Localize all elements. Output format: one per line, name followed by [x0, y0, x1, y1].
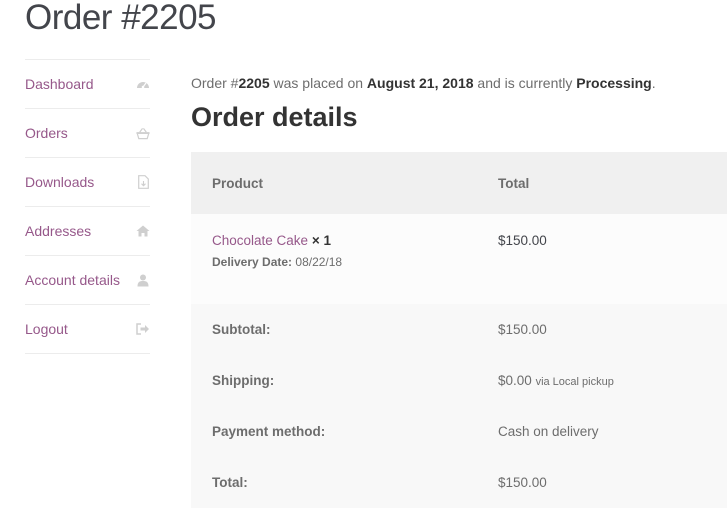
nav-label: Addresses [25, 223, 92, 239]
page-title: Order #2205 [25, 0, 217, 37]
nav-item-orders[interactable]: Orders [25, 109, 150, 158]
totals-value: $150.00 [498, 304, 727, 355]
nav-label: Dashboard [25, 76, 94, 92]
shipping-method-note: via Local pickup [535, 376, 614, 388]
product-cell: Chocolate Cake × 1 Delivery Date: 08/22/… [191, 214, 498, 304]
totals-amount: $150.00 [498, 475, 547, 490]
intro-status-text: and is currently [473, 75, 577, 91]
totals-label: Shipping: [212, 373, 275, 388]
column-header-product: Product [212, 175, 264, 191]
meta-value: 08/22/18 [295, 255, 343, 269]
order-summary-text: Order #2205 was placed on August 21, 201… [191, 75, 656, 91]
nav-label: Account details [25, 272, 120, 288]
totals-row-payment-method: Payment method: Cash on delivery [191, 406, 727, 457]
totals-label: Total: [212, 475, 248, 490]
nav-item-dashboard[interactable]: Dashboard [25, 60, 150, 109]
item-meta: Delivery Date: 08/22/18 [212, 255, 498, 269]
order-date: August 21, 2018 [366, 75, 474, 91]
meta-key: Delivery Date: [212, 255, 293, 269]
intro-prefix: Order # [191, 75, 239, 91]
order-number: 2205 [238, 75, 270, 91]
product-link[interactable]: Chocolate Cake [212, 233, 308, 248]
file-download-icon [136, 175, 150, 189]
nav-item-logout[interactable]: Logout [25, 305, 150, 354]
order-status: Processing [576, 75, 652, 91]
nav-item-addresses[interactable]: Addresses [25, 207, 150, 256]
product-total: $150.00 [498, 233, 547, 248]
basket-icon [136, 126, 150, 140]
totals-amount: $0.00 [498, 373, 532, 388]
nav-label: Downloads [25, 174, 95, 190]
order-details-table: Product Total Chocolate Cake × 1 Deliver… [191, 152, 727, 508]
home-icon [136, 224, 150, 238]
totals-row-shipping: Shipping: $0.00 via Local pickup [191, 355, 727, 406]
nav-item-downloads[interactable]: Downloads [25, 158, 150, 207]
totals-value: Cash on delivery [498, 406, 727, 457]
totals-label: Payment method: [212, 424, 326, 439]
totals-amount: Cash on delivery [498, 424, 599, 439]
nav-label: Orders [25, 125, 68, 141]
order-details-heading: Order details [191, 102, 358, 132]
totals-value: $150.00 [498, 457, 727, 508]
totals-value: $0.00 via Local pickup [498, 355, 727, 406]
totals-label: Subtotal: [212, 322, 271, 337]
user-icon [136, 273, 150, 287]
totals-amount: $150.00 [498, 322, 547, 337]
sign-out-icon [136, 322, 150, 336]
product-quantity: × 1 [308, 233, 331, 248]
dashboard-icon [136, 77, 150, 91]
nav-item-account-details[interactable]: Account details [25, 256, 150, 305]
table-row: Chocolate Cake × 1 Delivery Date: 08/22/… [191, 214, 727, 304]
totals-row-total: Total: $150.00 [191, 457, 727, 508]
table-header-row: Product Total [191, 152, 727, 214]
account-navigation: Dashboard Orders Downloads Addresses Acc… [25, 59, 150, 354]
totals-row-subtotal: Subtotal: $150.00 [191, 304, 727, 355]
column-header-total: Total [498, 175, 530, 191]
intro-suffix: . [651, 75, 656, 91]
nav-label: Logout [25, 321, 68, 337]
intro-placed-on: was placed on [269, 75, 367, 91]
